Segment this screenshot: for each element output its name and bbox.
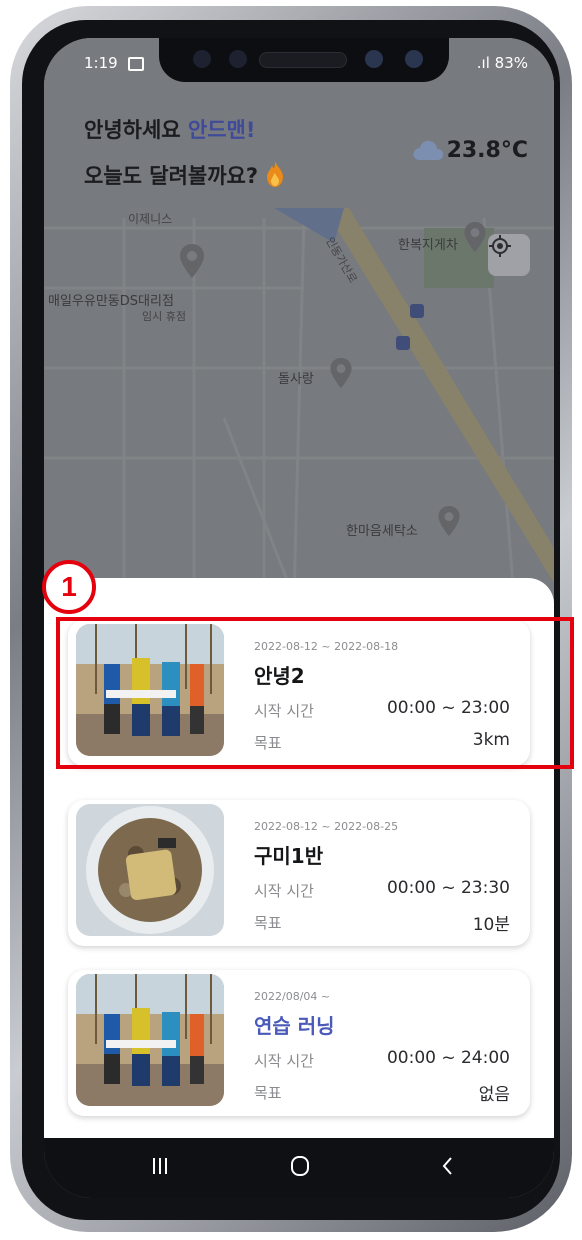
status-indicators: ⁠.ıl 83% [476,54,528,72]
speaker-grille [259,52,347,68]
challenge-dates: 2022-08-12 ~ 2022-08-25 [254,820,399,833]
goal-label: 목표 [254,1084,282,1102]
greeting-hello: 안녕하세요 [84,118,181,142]
back-button[interactable] [436,1154,460,1178]
fire-icon [267,161,284,187]
status-time: 1:19 [84,54,118,72]
start-time-label: 시작 시간 [254,882,314,900]
sensor-icon [405,50,423,68]
user-name: 안드맨! [187,118,256,142]
goal-value: 없음 [478,1085,510,1105]
crosshair-icon [489,235,511,257]
home-button[interactable] [288,1154,312,1178]
challenge-title: 구미1반 [254,844,324,868]
challenge-thumbnail-runners [76,974,224,1106]
challenge-thumbnail-food [76,804,224,936]
recent-apps-button[interactable] [148,1154,172,1178]
challenge-card[interactable]: 2022-08-12 ~ 2022-08-25 구미1반 시작 시간 00:00… [68,800,530,946]
greeting-line2: 오늘도 달려볼까요? [84,160,285,190]
camera-icon [193,50,211,68]
start-time-label: 시작 시간 [254,1052,314,1070]
greeting-line1: 안녕하세요 안드맨! [84,114,255,144]
goal-label: 목표 [254,914,282,932]
camera-notch [159,38,449,82]
greeting-question: 오늘도 달려볼까요? [84,164,259,188]
challenge-title: 연습 러닝 [254,1014,335,1038]
goal-value: 10분 [472,915,510,935]
system-nav-bar [44,1138,554,1198]
start-time-value: 00:00 ~ 23:30 [386,878,510,898]
annotation-highlight-box [56,617,574,769]
challenge-card[interactable]: 2022/08/04 ~ 연습 러닝 시작 시간 00:00 ~ 24:00 목… [68,970,530,1116]
sensor-icon [365,50,383,68]
cloud-icon [413,140,444,160]
camera-icon [229,50,247,68]
start-time-value: 00:00 ~ 24:00 [386,1048,510,1068]
gallery-notification-icon [128,57,144,71]
annotation-number-badge: 1 [42,560,96,614]
weather-temperature: 23.8°C [446,138,528,163]
my-location-button[interactable] [488,234,530,276]
challenge-dates: 2022/08/04 ~ [254,990,331,1003]
